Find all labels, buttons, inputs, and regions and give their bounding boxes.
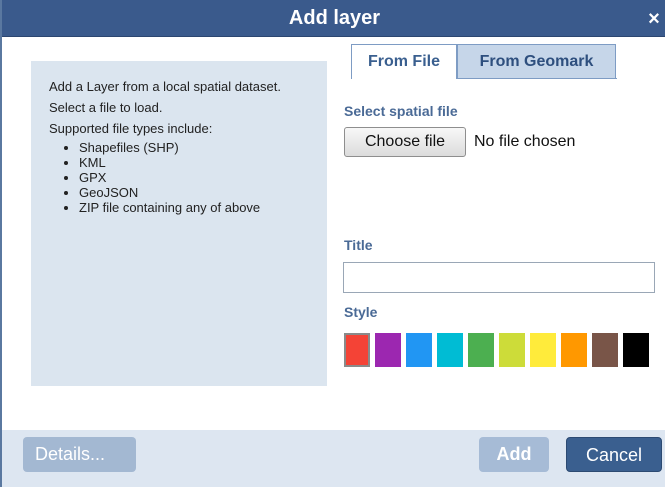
swatch-lime[interactable] — [499, 333, 525, 367]
file-types-list: Shapefiles (SHP) KML GPX GeoJSON ZIP fil… — [49, 140, 309, 215]
swatch-cyan[interactable] — [437, 333, 463, 367]
title-label: Title — [344, 237, 373, 253]
swatch-red[interactable] — [344, 333, 370, 367]
add-button[interactable]: Add — [479, 437, 549, 472]
list-item: ZIP file containing any of above — [79, 200, 309, 215]
list-item: KML — [79, 155, 309, 170]
swatch-purple[interactable] — [375, 333, 401, 367]
swatch-blue[interactable] — [406, 333, 432, 367]
info-line: Add a Layer from a local spatial dataset… — [49, 79, 281, 94]
swatch-brown[interactable] — [592, 333, 618, 367]
info-panel: Add a Layer from a local spatial dataset… — [31, 61, 327, 386]
cancel-button[interactable]: Cancel — [566, 437, 662, 472]
dialog-title: Add layer — [288, 7, 381, 29]
swatch-black[interactable] — [623, 333, 649, 367]
list-item: GPX — [79, 170, 309, 185]
list-item: GeoJSON — [79, 185, 309, 200]
add-layer-dialog: Add layer × Add a Layer from a local spa… — [0, 0, 665, 487]
info-line: Supported file types include: — [49, 121, 213, 136]
details-button[interactable]: Details... — [23, 437, 136, 472]
close-icon[interactable]: × — [645, 8, 663, 30]
file-status-text: No file chosen — [474, 133, 576, 150]
tab-from-file[interactable]: From File — [351, 44, 457, 79]
info-line: Select a file to load. — [49, 100, 163, 115]
choose-file-button[interactable]: Choose file — [344, 127, 466, 157]
tab-divider — [457, 78, 617, 79]
dialog-titlebar: Add layer × — [2, 0, 665, 37]
tab-from-geomark[interactable]: From Geomark — [457, 44, 616, 78]
list-item: Shapefiles (SHP) — [79, 140, 309, 155]
swatch-green[interactable] — [468, 333, 494, 367]
swatch-orange[interactable] — [561, 333, 587, 367]
select-file-label: Select spatial file — [344, 103, 458, 119]
swatch-yellow[interactable] — [530, 333, 556, 367]
title-input[interactable] — [343, 262, 655, 293]
style-label: Style — [344, 304, 378, 320]
